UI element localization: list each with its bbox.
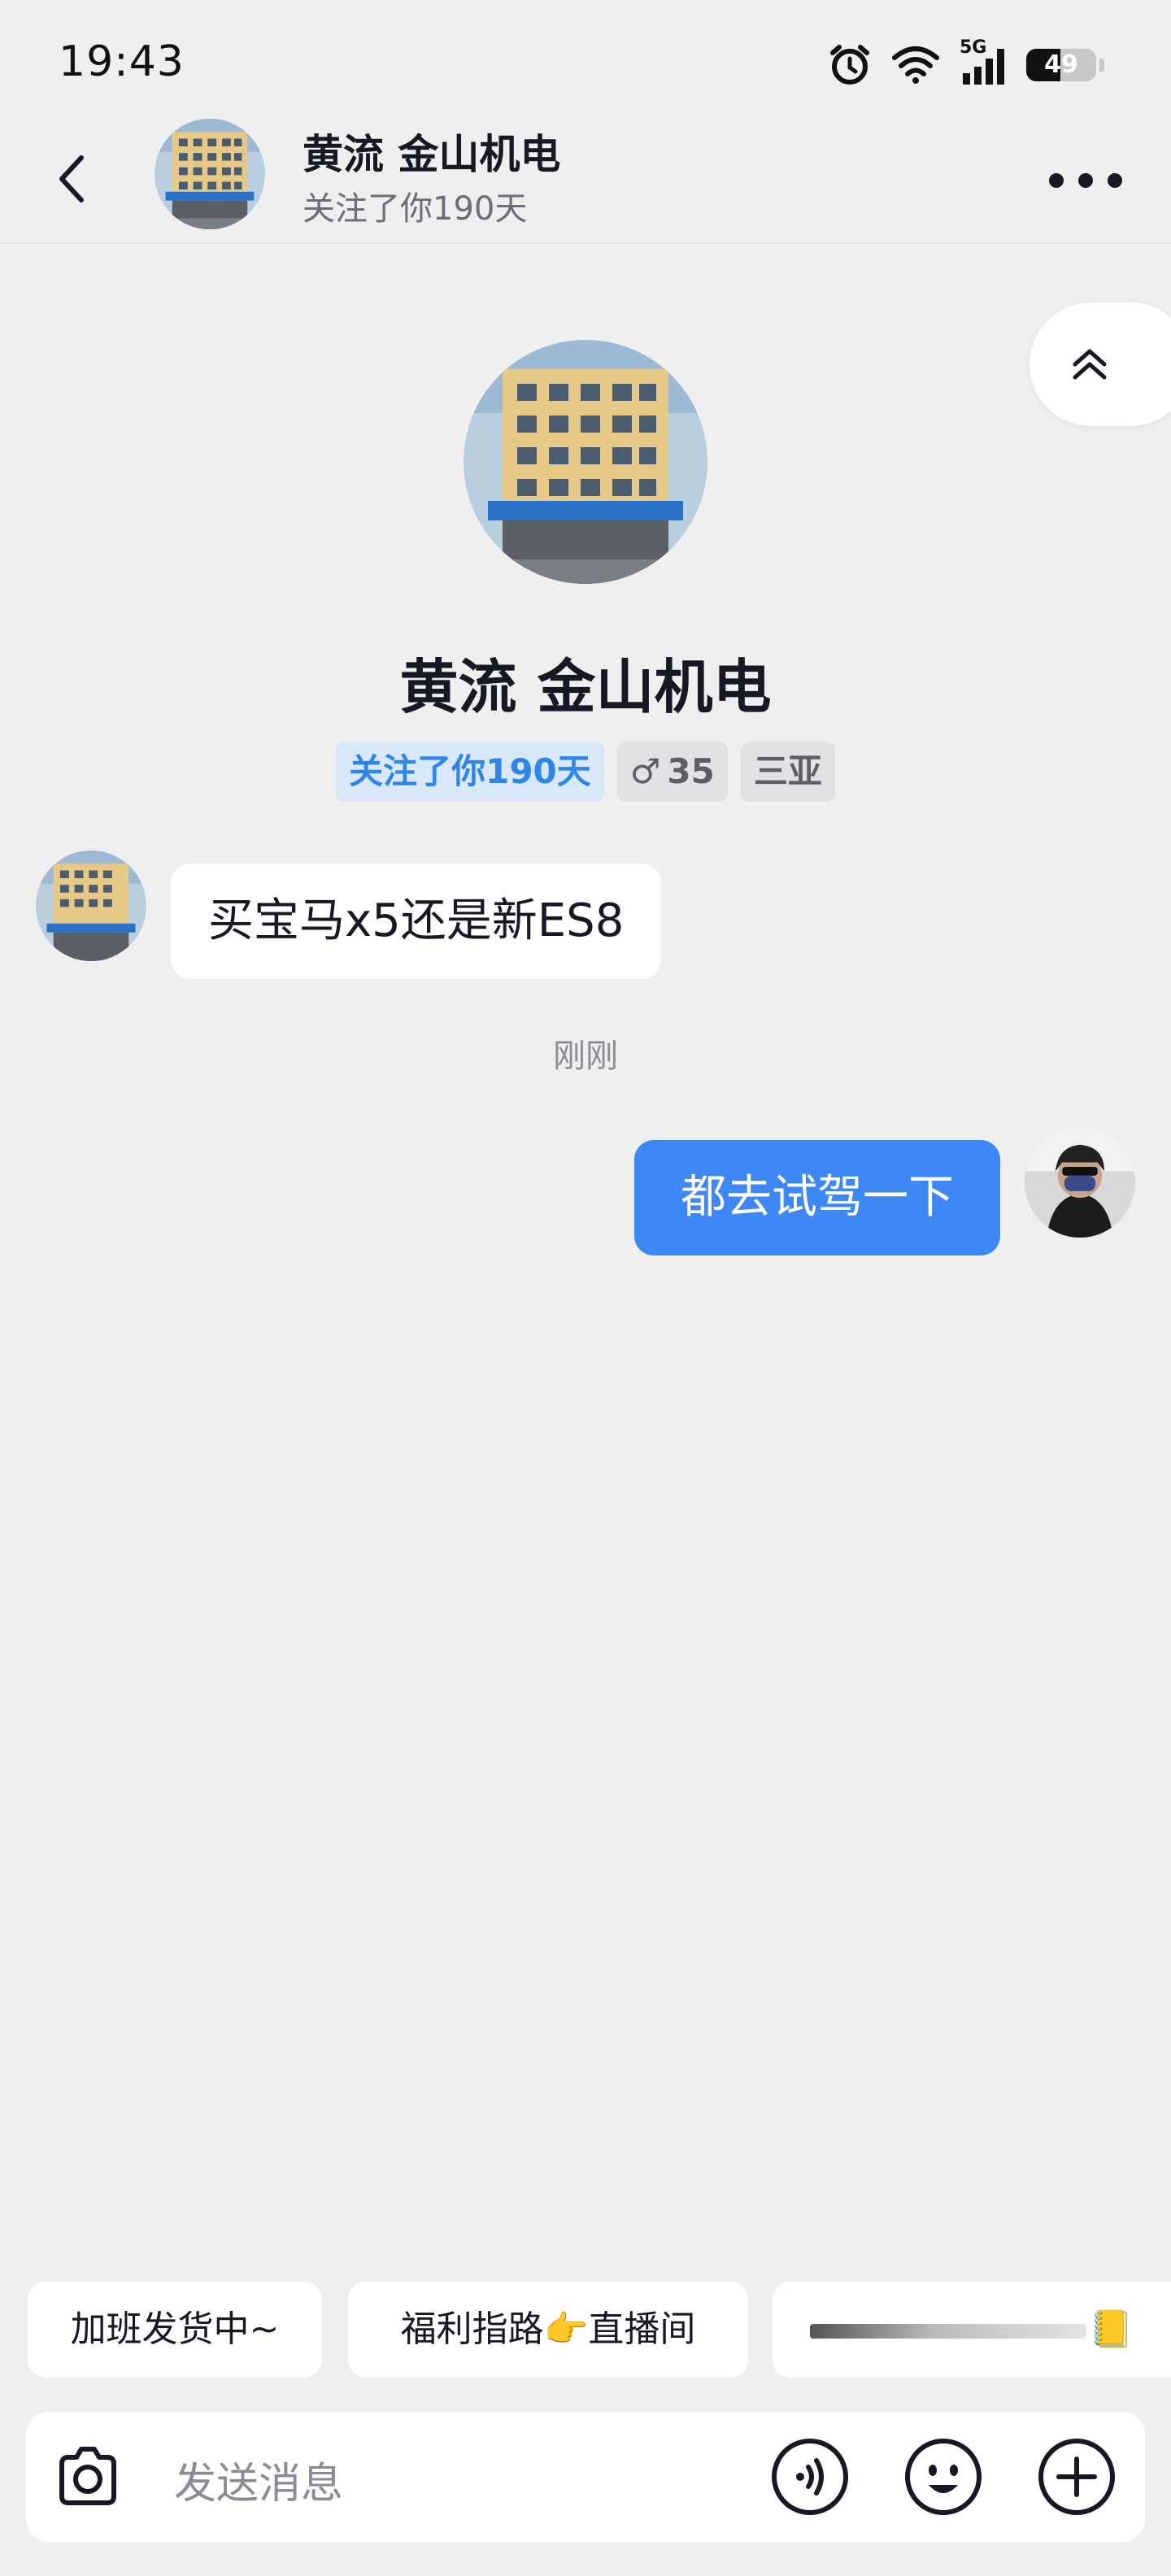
quick-reply-third[interactable]: 📒 (773, 2282, 1171, 2378)
city-tag: 三亚 (740, 742, 835, 802)
voice-icon (772, 2439, 848, 2515)
status-time: 19:43 (59, 37, 185, 86)
header-avatar[interactable] (155, 119, 265, 229)
more-button[interactable] (1049, 164, 1122, 197)
profile-avatar[interactable] (464, 340, 707, 584)
wifi-icon (892, 46, 939, 84)
message-input-bar: 发送消息 (26, 2412, 1145, 2542)
voice-button[interactable] (769, 2436, 851, 2517)
plus-button[interactable] (1036, 2436, 1117, 2517)
emoji-button[interactable] (903, 2436, 984, 2517)
chat-header: 黄流 金山机电 关注了你190天 (0, 114, 1171, 244)
more-icon (1049, 173, 1064, 188)
profile-tags: 关注了你190天 ♂ 35 三亚 (0, 742, 1171, 802)
scroll-to-top-button[interactable] (1030, 302, 1171, 426)
emoji-icon (905, 2439, 982, 2515)
building-avatar-image (36, 851, 146, 961)
incoming-message-bubble[interactable]: 买宝马x5还是新ES8 (171, 864, 662, 979)
camera-button[interactable] (47, 2436, 128, 2517)
building-avatar-image (155, 119, 265, 229)
status-icons: 5G 49 (828, 37, 1104, 88)
back-arrow-icon (59, 155, 84, 202)
alarm-icon (830, 45, 869, 85)
male-icon: ♂ (629, 751, 661, 791)
gender-age-tag: ♂ 35 (616, 742, 728, 802)
plus-icon (1038, 2439, 1115, 2515)
own-avatar[interactable] (1025, 1127, 1135, 1238)
outgoing-message-bubble[interactable]: 都去试驾一下 (634, 1140, 1000, 1255)
header-contact-name: 黄流 金山机电 (303, 131, 561, 178)
battery-level: 49 (1044, 50, 1078, 79)
profile-name: 黄流 金山机电 (399, 653, 772, 721)
battery-icon: 49 (1026, 49, 1096, 81)
building-avatar-image (464, 340, 707, 584)
quick-reply-livestream[interactable]: 福利指路👉直播间 (348, 2282, 748, 2378)
quick-reply-overtime[interactable]: 加班发货中~ (28, 2282, 322, 2378)
notebook-icon: 📒 (1089, 2308, 1134, 2350)
back-button[interactable] (44, 146, 109, 211)
user-avatar-image (1025, 1127, 1135, 1238)
signal-icon: 5G (960, 37, 1007, 88)
message-timestamp: 刚刚 (553, 1038, 618, 1075)
camera-icon (59, 2447, 116, 2505)
message-input[interactable]: 发送消息 (174, 2449, 343, 2510)
incoming-message-avatar[interactable] (36, 851, 146, 961)
double-chevron-up-icon (1073, 349, 1107, 380)
header-follow-duration: 关注了你190天 (303, 190, 528, 228)
blurred-text (810, 2324, 1086, 2339)
age-value: 35 (667, 751, 715, 791)
follow-duration-tag: 关注了你190天 (336, 742, 604, 802)
